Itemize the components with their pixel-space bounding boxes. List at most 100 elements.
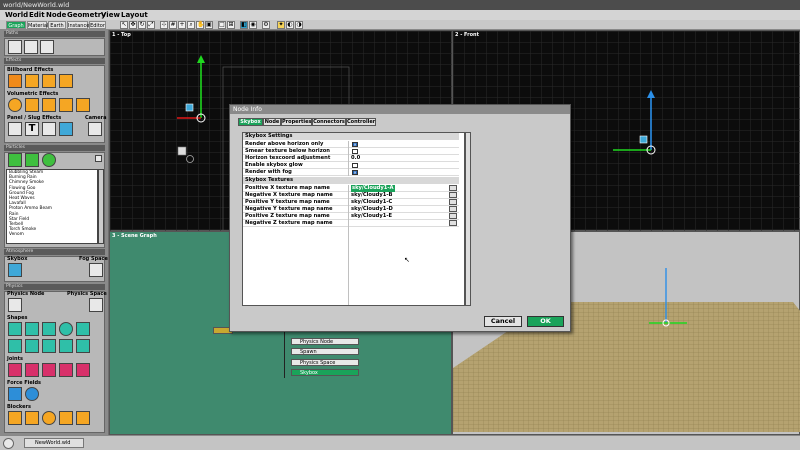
blocker-box-icon[interactable] xyxy=(8,411,22,425)
shape-capsule-icon[interactable] xyxy=(25,339,39,353)
light-icon[interactable]: ✦ xyxy=(277,21,285,29)
tab-graph[interactable]: Graph xyxy=(6,21,26,29)
section-atmosphere[interactable]: Atmosphere xyxy=(4,249,105,255)
scene-node-physics-space[interactable]: Physics Space xyxy=(291,359,359,366)
volumetric-sphere-icon[interactable] xyxy=(8,98,22,112)
particle-options-icon[interactable] xyxy=(95,155,102,162)
render-with-fog-checkbox[interactable]: ✕ xyxy=(352,170,358,175)
tab-skybox[interactable]: Skybox xyxy=(238,118,263,126)
camera-icon[interactable]: ◉ xyxy=(249,21,257,29)
property-row[interactable]: Positive Y texture map name sky/Cloudy1-… xyxy=(243,199,459,206)
texture-value[interactable]: sky/Cloudy1-D xyxy=(351,206,393,213)
blocker-sphere-icon[interactable] xyxy=(42,411,56,425)
scene-node-skybox[interactable]: Skybox xyxy=(291,369,359,376)
smear-texture-checkbox[interactable] xyxy=(352,149,358,154)
render-icon[interactable]: ◐ xyxy=(286,21,294,29)
shape-sphere-icon[interactable] xyxy=(59,322,73,336)
pan-icon[interactable]: ✋ xyxy=(196,21,204,29)
rotate-icon[interactable]: ↻ xyxy=(138,21,146,29)
force-field-box-icon[interactable] xyxy=(8,387,22,401)
camera-icon[interactable] xyxy=(88,122,102,136)
section-effects[interactable]: Effects xyxy=(4,58,105,64)
property-row[interactable]: Negative Z texture map name xyxy=(243,220,459,227)
property-row[interactable]: Render above horizon only ✕ xyxy=(243,141,459,148)
enable-glow-checkbox[interactable] xyxy=(352,163,358,168)
fog-space-icon[interactable] xyxy=(89,263,103,277)
scene-node-spawn[interactable]: Spawn xyxy=(291,348,359,355)
blocker-disk-icon[interactable] xyxy=(59,411,73,425)
browse-button[interactable] xyxy=(449,206,457,212)
force-field-sphere-icon[interactable] xyxy=(25,387,39,401)
property-row[interactable]: Horizon texcoord adjustment 0.0 xyxy=(243,155,459,162)
box-icon[interactable]: □ xyxy=(218,21,226,29)
curve-path-icon[interactable] xyxy=(24,40,38,54)
shape-rock-icon[interactable] xyxy=(76,322,90,336)
shape-cylinder-icon[interactable] xyxy=(8,339,22,353)
joint-fixed-icon[interactable] xyxy=(76,363,90,377)
shape-tube-icon[interactable] xyxy=(42,339,56,353)
document-tab[interactable]: NewWorld.wld xyxy=(24,438,84,448)
app-menu-icon[interactable] xyxy=(3,438,14,449)
section-particles[interactable]: Particles xyxy=(4,145,105,151)
property-row[interactable]: Render with fog ✕ xyxy=(243,169,459,176)
property-row[interactable]: Enable skybox glow xyxy=(243,162,459,169)
texture-value[interactable]: sky/Cloudy1-E xyxy=(351,213,392,220)
menu-view[interactable]: View xyxy=(101,10,120,20)
billboard-wave-icon[interactable] xyxy=(42,74,56,88)
text-slug-icon[interactable]: T xyxy=(25,122,39,136)
scale-icon[interactable]: ⤢ xyxy=(147,21,155,29)
menu-edit[interactable]: Edit xyxy=(29,10,45,20)
particle-sphere-icon[interactable] xyxy=(42,153,56,167)
volumetric-cone-icon[interactable] xyxy=(42,98,56,112)
property-grid-scrollbar[interactable] xyxy=(465,132,471,306)
shape-box-icon[interactable] xyxy=(8,322,22,336)
list-item[interactable]: Venom xyxy=(7,232,97,237)
section-physics[interactable]: Physics xyxy=(4,284,105,290)
tab-earth[interactable]: Earth xyxy=(48,21,66,29)
render-above-horizon-checkbox[interactable]: ✕ xyxy=(352,142,358,147)
panel-grid-icon[interactable] xyxy=(42,122,56,136)
property-row[interactable]: Positive Z texture map name sky/Cloudy1-… xyxy=(243,213,459,220)
volumetric-box-icon[interactable] xyxy=(76,98,90,112)
texture-value[interactable]: sky/Cloudy1-B xyxy=(351,192,392,199)
billboard-square-icon[interactable] xyxy=(8,74,22,88)
browse-button[interactable] xyxy=(449,213,457,219)
move-icon[interactable]: ✥ xyxy=(129,21,137,29)
line-path-icon[interactable] xyxy=(8,40,22,54)
frame-icon[interactable]: ▣ xyxy=(205,21,213,29)
browse-button[interactable] xyxy=(449,192,457,198)
particle-list-scrollbar[interactable] xyxy=(98,169,104,244)
particle-cylinder-icon[interactable] xyxy=(25,153,39,167)
axis-icon[interactable]: + xyxy=(178,21,186,29)
shape-disk-icon[interactable] xyxy=(59,339,73,353)
physics-node-icon[interactable] xyxy=(8,298,22,312)
tab-controller[interactable]: Controller xyxy=(346,118,376,126)
billboard-fire-icon[interactable] xyxy=(59,74,73,88)
tab-editor[interactable]: Editor xyxy=(89,21,106,29)
blocker-mesh-icon[interactable] xyxy=(76,411,90,425)
volumetric-blob-icon[interactable] xyxy=(59,98,73,112)
menu-node[interactable]: Node xyxy=(46,10,66,20)
joint-ball-icon[interactable] xyxy=(8,363,22,377)
shape-cone-icon[interactable] xyxy=(42,322,56,336)
horizon-texcoord-value[interactable]: 0.0 xyxy=(351,155,360,162)
tab-node[interactable]: Node xyxy=(263,118,281,126)
texture-value[interactable]: sky/Cloudy1-C xyxy=(351,199,392,206)
joint-slider-icon[interactable] xyxy=(42,363,56,377)
tab-instance[interactable]: Instance xyxy=(67,21,89,29)
panel-dots-icon[interactable] xyxy=(8,122,22,136)
property-row[interactable]: Negative Y texture map name sky/Cloudy1-… xyxy=(243,206,459,213)
shade-icon[interactable]: ◑ xyxy=(295,21,303,29)
settings-icon[interactable]: ⚙ xyxy=(262,21,270,29)
volumetric-cylinder-icon[interactable] xyxy=(25,98,39,112)
property-row[interactable]: Positive X texture map name sky/Cloudy1-… xyxy=(243,185,459,192)
tab-material[interactable]: Material xyxy=(27,21,48,29)
menu-layout[interactable]: Layout xyxy=(121,10,148,20)
scene-node-physics-node[interactable]: Physics Node xyxy=(291,338,359,345)
browse-button[interactable] xyxy=(449,199,457,205)
snap-icon[interactable]: ⊹ xyxy=(160,21,168,29)
tab-connectors[interactable]: Connectors xyxy=(312,118,346,126)
joint-hinge-icon[interactable] xyxy=(25,363,39,377)
tree-icon[interactable]: ⊞ xyxy=(227,21,235,29)
section-paths[interactable]: Paths xyxy=(4,31,105,37)
